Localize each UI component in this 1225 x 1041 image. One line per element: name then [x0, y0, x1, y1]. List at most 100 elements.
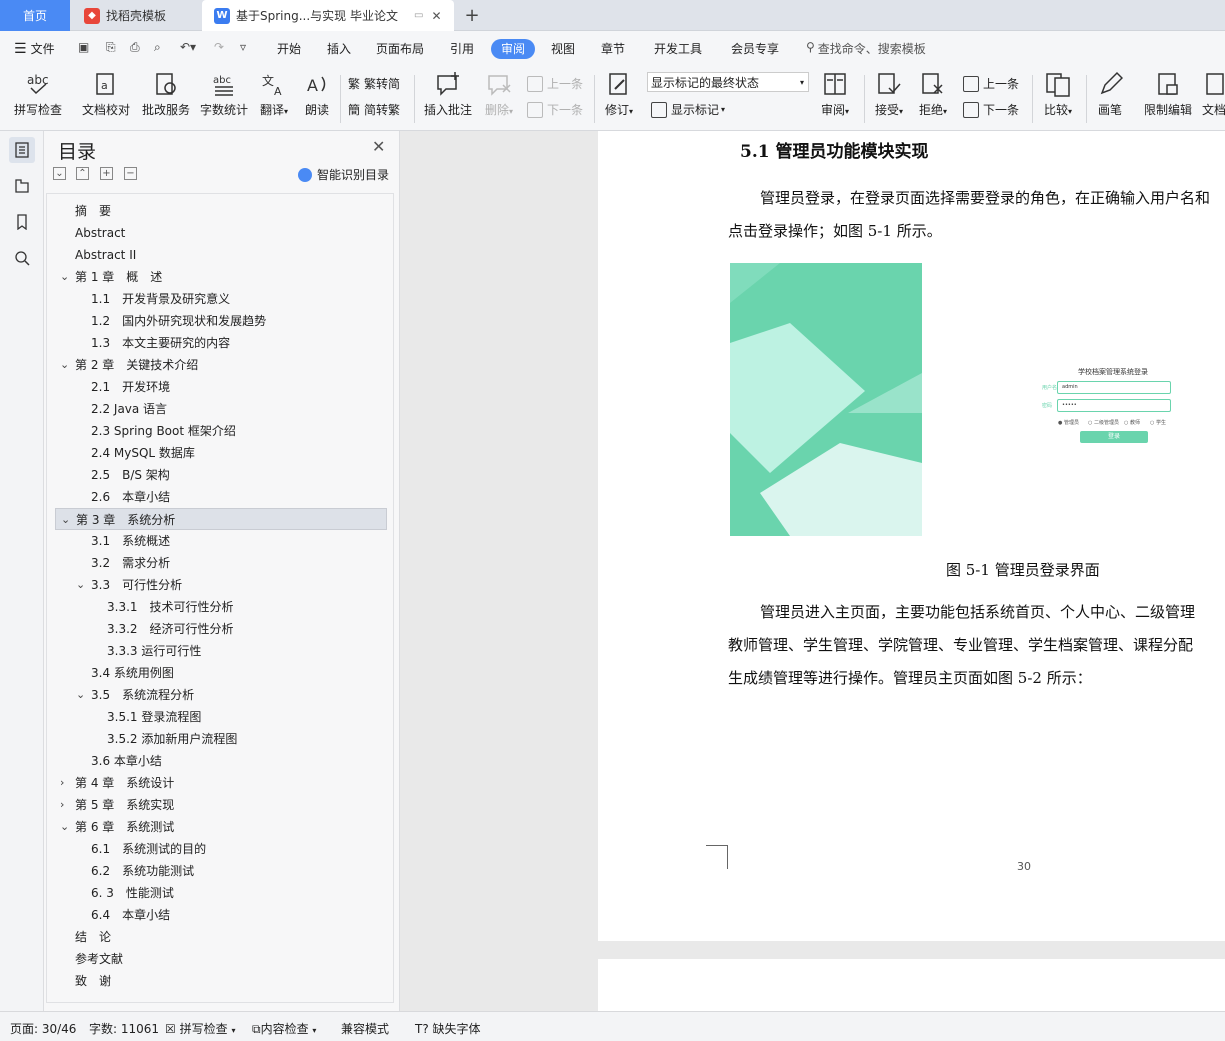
- close-icon[interactable]: ✕: [372, 137, 385, 156]
- toc-item[interactable]: ⌄ 3.3 可行性分析: [55, 574, 387, 596]
- show-markup-button[interactable]: 显示标记 ▾: [651, 101, 725, 118]
- chevron-down-icon[interactable]: ⌄: [76, 574, 86, 596]
- new-tab-button[interactable]: +: [460, 0, 484, 31]
- file-menu[interactable]: ☰ 文件: [14, 40, 55, 57]
- print-icon[interactable]: ⎙: [130, 40, 140, 55]
- toc-item[interactable]: ⌄ 第 2 章 关键技术介绍: [55, 354, 387, 376]
- toc-item[interactable]: 3.5.2 添加新用户流程图: [55, 728, 387, 750]
- to-simplified-button[interactable]: 簡简转繁: [348, 101, 400, 118]
- next-comment-button[interactable]: 下一条: [527, 101, 583, 118]
- toc-item[interactable]: 3.3.2 经济可行性分析: [55, 618, 387, 640]
- menu-references[interactable]: 引用: [450, 40, 474, 57]
- undo-icon[interactable]: ↶▾: [180, 40, 196, 54]
- toc-item[interactable]: 3.4 系统用例图: [55, 662, 387, 684]
- doc-permission-button[interactable]: 文档: [1199, 71, 1225, 118]
- toc-item[interactable]: Abstract: [55, 222, 387, 244]
- toc-item[interactable]: 结 论: [55, 926, 387, 948]
- toc-item[interactable]: ⌄ 第 6 章 系统测试: [55, 816, 387, 838]
- next-change-button[interactable]: 下一条: [963, 101, 1019, 118]
- toc-item[interactable]: 3.6 本章小结: [55, 750, 387, 772]
- toc-item[interactable]: 3.5.1 登录流程图: [55, 706, 387, 728]
- document-page[interactable]: 5.1 管理员功能模块实现 管理员登录，在登录页面选择需要登录的角色，在正确输入…: [598, 131, 1225, 941]
- spellcheck-button[interactable]: abc 拼写检查: [10, 71, 66, 118]
- prev-comment-button[interactable]: 上一条: [527, 75, 583, 92]
- toc-item[interactable]: 2.2 Java 语言: [55, 398, 387, 420]
- toc-item[interactable]: 6.4 本章小结: [55, 904, 387, 926]
- chevron-right-icon[interactable]: ›: [60, 794, 70, 816]
- toc-item[interactable]: ⌄ 3.5 系统流程分析: [55, 684, 387, 706]
- chevron-down-icon[interactable]: ⌄: [60, 816, 70, 838]
- toc-item[interactable]: 2.1 开发环境: [55, 376, 387, 398]
- to-traditional-button[interactable]: 繁繁转简: [348, 75, 400, 92]
- page-indicator[interactable]: 页面: 30/46: [10, 1020, 76, 1037]
- toc-item[interactable]: 参考文献: [55, 948, 387, 970]
- toc-item[interactable]: 2.5 B/S 架构: [55, 464, 387, 486]
- markup-state-select[interactable]: 显示标记的最终状态 ▾: [647, 72, 809, 92]
- menu-start[interactable]: 开始: [277, 40, 301, 57]
- toc-item[interactable]: › 第 4 章 系统设计: [55, 772, 387, 794]
- menu-dev-tools[interactable]: 开发工具: [654, 40, 702, 57]
- accept-button[interactable]: 接受▾: [870, 71, 908, 118]
- toc-item[interactable]: › 第 5 章 系统实现: [55, 794, 387, 816]
- read-aloud-button[interactable]: A 朗读: [300, 71, 334, 118]
- toc-item[interactable]: 6.2 系统功能测试: [55, 860, 387, 882]
- menu-chapter[interactable]: 章节: [601, 40, 625, 57]
- word-count-button[interactable]: abc 字数统计: [198, 71, 250, 118]
- content-check-status[interactable]: ⧉内容检查 ▾: [252, 1020, 316, 1037]
- chapter-nav-icon[interactable]: [9, 173, 35, 199]
- bookmark-icon[interactable]: [9, 209, 35, 235]
- tab-screen-icon[interactable]: ▭: [414, 10, 423, 21]
- chevron-right-icon[interactable]: ›: [60, 772, 70, 794]
- restrict-edit-button[interactable]: 限制编辑: [1140, 71, 1196, 118]
- word-count-indicator[interactable]: 字数: 11061: [89, 1020, 159, 1037]
- chevron-down-icon[interactable]: ⌄: [61, 509, 71, 531]
- toc-item[interactable]: 2.3 Spring Boot 框架介绍: [55, 420, 387, 442]
- compare-button[interactable]: 比较▾: [1038, 71, 1078, 118]
- reject-button[interactable]: 拒绝▾: [914, 71, 952, 118]
- toc-item[interactable]: 6. 3 性能测试: [55, 882, 387, 904]
- toc-item[interactable]: 3.2 需求分析: [55, 552, 387, 574]
- prev-change-button[interactable]: 上一条: [963, 75, 1019, 92]
- chevron-down-icon[interactable]: ⌄: [60, 354, 70, 376]
- tab-home[interactable]: 首页: [0, 0, 70, 31]
- tab-document[interactable]: W 基于Spring...与实现 毕业论文 ▭ ✕: [202, 0, 454, 31]
- chevron-down-icon[interactable]: ⌄: [76, 684, 86, 706]
- doc-proof-button[interactable]: a 文档校对: [80, 71, 132, 118]
- smart-toc-button[interactable]: 智能识别目录: [298, 166, 389, 183]
- toc-item[interactable]: 摘 要: [55, 200, 387, 222]
- track-changes-button[interactable]: 修订▾: [600, 71, 638, 118]
- toc-item[interactable]: 6.1 系统测试的目的: [55, 838, 387, 860]
- toc-item[interactable]: 1.1 开发背景及研究意义: [55, 288, 387, 310]
- collapse-level-icon[interactable]: ⌄: [53, 167, 66, 180]
- close-tab-icon[interactable]: ✕: [431, 9, 441, 23]
- menu-review[interactable]: 审阅: [491, 39, 535, 59]
- delete-comment-button[interactable]: 删除▾: [480, 71, 518, 118]
- toc-item[interactable]: 2.4 MySQL 数据库: [55, 442, 387, 464]
- toc-item[interactable]: Abstract II: [55, 244, 387, 266]
- toc-item[interactable]: 3.1 系统概述: [55, 530, 387, 552]
- missing-font-status[interactable]: T? 缺失字体: [415, 1020, 481, 1037]
- preview-icon[interactable]: ⌕: [154, 40, 161, 55]
- toc-item[interactable]: 3.3.1 技术可行性分析: [55, 596, 387, 618]
- insert-comment-button[interactable]: 插入批注: [422, 71, 474, 118]
- more-quick-icon[interactable]: ▿: [240, 40, 246, 54]
- toc-item[interactable]: 1.2 国内外研究现状和发展趋势: [55, 310, 387, 332]
- toc-icon[interactable]: [9, 137, 35, 163]
- review-pane-button[interactable]: 审阅▾: [816, 71, 854, 118]
- toc-item[interactable]: 致 谢: [55, 970, 387, 992]
- toc-item[interactable]: 1.3 本文主要研究的内容: [55, 332, 387, 354]
- spell-check-status[interactable]: ☒ 拼写检查 ▾: [165, 1020, 235, 1037]
- menu-member[interactable]: 会员专享: [731, 40, 779, 57]
- translate-button[interactable]: 文A 翻译▾: [256, 71, 292, 118]
- redo-icon[interactable]: ↷: [214, 40, 224, 54]
- review-service-button[interactable]: 批改服务: [140, 71, 192, 118]
- expand-level-icon[interactable]: ⌃: [76, 167, 89, 180]
- chevron-down-icon[interactable]: ⌄: [60, 266, 70, 288]
- menu-view[interactable]: 视图: [551, 40, 575, 57]
- menu-insert[interactable]: 插入: [327, 40, 351, 57]
- toc-item[interactable]: 2.6 本章小结: [55, 486, 387, 508]
- export-icon[interactable]: ⎘: [106, 40, 116, 55]
- save-icon[interactable]: ▣: [78, 40, 89, 54]
- expand-all-icon[interactable]: +: [100, 167, 113, 180]
- toc-item[interactable]: 3.3.3 运行可行性: [55, 640, 387, 662]
